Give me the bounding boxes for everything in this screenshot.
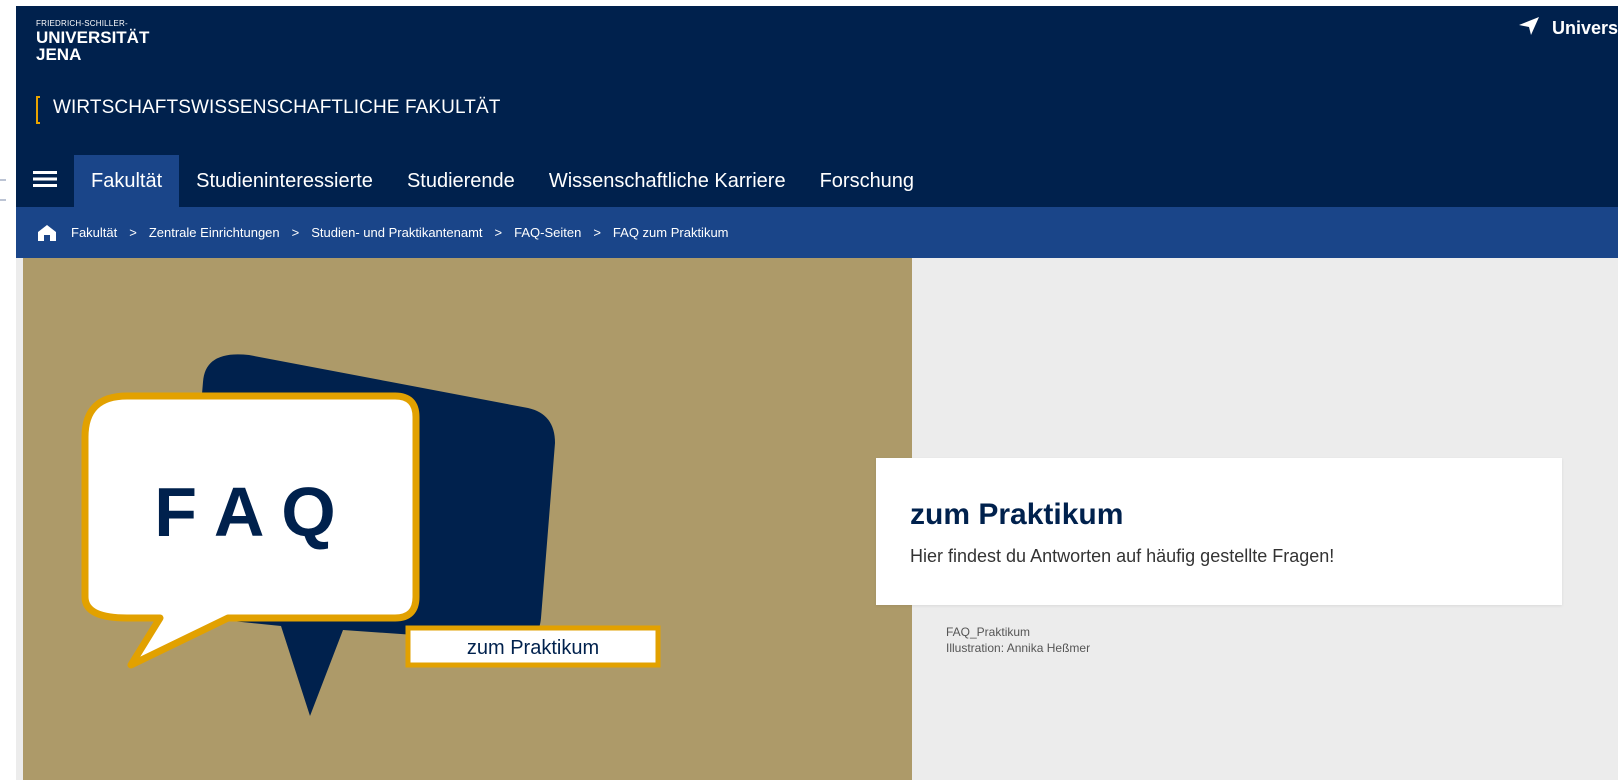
breadcrumb-item[interactable]: Fakultät	[71, 225, 117, 240]
breadcrumb-item[interactable]: FAQ-Seiten	[514, 225, 581, 240]
nav-item-studierende[interactable]: Studierende	[390, 155, 532, 207]
faq-text: F A Q	[154, 473, 335, 551]
logo-line-1: FRIEDRICH-SCHILLER-	[36, 19, 128, 28]
breadcrumb-separator: >	[593, 225, 601, 240]
menu-button[interactable]	[16, 155, 74, 207]
image-caption: FAQ_Praktikum Illustration: Annika Heßme…	[946, 624, 1090, 656]
breadcrumb: Fakultät > Zentrale Einrichtungen > Stud…	[16, 207, 1618, 258]
nav-item-fakultaet[interactable]: Fakultät	[74, 155, 180, 207]
nav-item-wissenschaftliche-karriere[interactable]: Wissenschaftliche Karriere	[532, 155, 803, 207]
caption-credit: Illustration: Annika Heßmer	[946, 641, 1091, 655]
page: FRIEDRICH-SCHILLER- UNIVERSITÄT JENA WIR…	[16, 6, 1618, 780]
breadcrumb-separator: >	[291, 225, 300, 240]
logo-line-3: JENA	[36, 45, 82, 64]
faculty-name[interactable]: WIRTSCHAFTSWISSENSCHAFTLICHE FAKULTÄT	[53, 97, 500, 119]
hero-title: zum Praktikum	[910, 498, 1124, 531]
university-logo[interactable]: FRIEDRICH-SCHILLER- UNIVERSITÄT JENA	[36, 19, 150, 64]
hero-card: zum Praktikum Hier findest du Antworten …	[876, 458, 1562, 605]
faculty-bracket	[36, 96, 40, 124]
hero-subtitle: Hier findest du Antworten auf häufig ges…	[910, 546, 1335, 566]
home-icon[interactable]	[37, 224, 57, 242]
faq-illustration: F A Q zum Praktikum	[81, 354, 661, 716]
hero-image: F A Q zum Praktikum	[23, 258, 912, 780]
university-link-label: Univers	[1551, 18, 1618, 38]
breadcrumb-separator: >	[494, 225, 503, 240]
label-box-text: zum Praktikum	[467, 637, 599, 659]
breadcrumb-item[interactable]: Zentrale Einrichtungen	[149, 225, 280, 240]
breadcrumb-current: FAQ zum Praktikum	[612, 225, 729, 240]
hamburger-menu-icon	[33, 170, 57, 193]
university-link[interactable]: Univers	[1518, 16, 1618, 41]
breadcrumb-separator: >	[129, 225, 137, 240]
nav-item-studieninteressierte[interactable]: Studieninteressierte	[179, 155, 390, 207]
breadcrumb-item[interactable]: Studien- und Praktikantenamt	[311, 225, 482, 240]
left-edge-marker	[0, 178, 8, 204]
main-navigation: Fakultät Studieninteressierte Studierend…	[16, 155, 931, 207]
nav-item-forschung[interactable]: Forschung	[803, 155, 932, 207]
logo-line-2: UNIVERSITÄT	[36, 28, 150, 47]
caption-title: FAQ_Praktikum	[946, 625, 1031, 639]
location-arrow-icon	[1518, 16, 1540, 41]
site-header: FRIEDRICH-SCHILLER- UNIVERSITÄT JENA WIR…	[16, 6, 1618, 213]
